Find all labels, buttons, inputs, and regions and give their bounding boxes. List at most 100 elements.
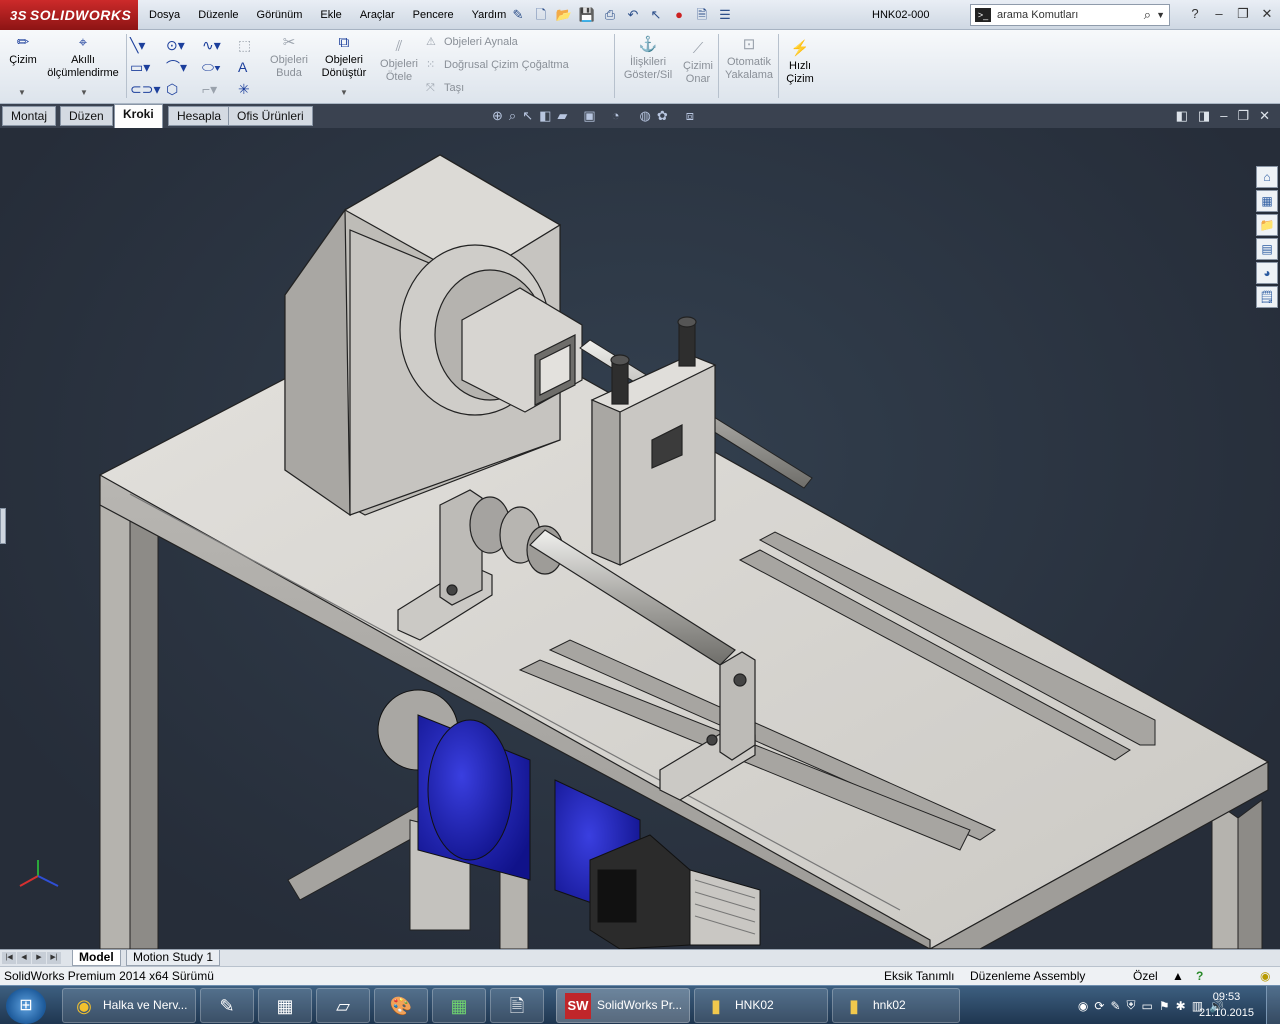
ellipse-icon[interactable]: ⬭▾ — [202, 56, 238, 78]
line-icon[interactable]: ╲▾ — [130, 34, 166, 56]
next-tab-icon[interactable]: ▶ — [32, 952, 46, 964]
tile-left-icon[interactable]: ◧ — [1176, 108, 1188, 124]
menu-duzenle[interactable]: Düzenle — [189, 0, 247, 30]
sync-icon[interactable]: ⟳ — [1094, 999, 1104, 1013]
minimize-icon[interactable]: – — [1220, 108, 1227, 124]
taskbar-item-chrome[interactable]: ◉ Halka ve Nerv... — [62, 988, 196, 1023]
chrome-tray-icon[interactable]: ◉ — [1078, 999, 1088, 1013]
start-button[interactable]: ⊞ — [6, 988, 46, 1024]
help-icon[interactable]: ? — [1186, 4, 1204, 24]
close-icon[interactable]: ✕ — [1259, 108, 1270, 124]
hide-show-items-icon[interactable]: ◍ — [640, 108, 651, 124]
mirror-entities-button[interactable]: ⚠ Objeleri Aynala — [426, 31, 518, 53]
view-orientation-icon[interactable]: ▣ — [583, 108, 595, 124]
file-properties-icon[interactable]: 🗎 — [692, 5, 712, 25]
smart-dimension-button[interactable]: ⌖ Akıllı ölçümlendirme — [44, 34, 122, 80]
slot-icon[interactable]: ⊂⊃▾ — [130, 78, 166, 100]
trim-entities-button[interactable]: ✂ Objeleri Buda — [264, 34, 314, 80]
chevron-down-icon[interactable]: ▼ — [1156, 5, 1165, 25]
pin-icon[interactable]: ✎ — [508, 5, 528, 25]
tab-motion-study[interactable]: Motion Study 1 — [126, 950, 221, 966]
spline-icon[interactable]: ∿▾ — [202, 34, 238, 56]
chevron-down-icon[interactable]: ▼ — [340, 88, 348, 97]
tab-ofis-urunleri[interactable]: Ofis Ürünleri — [228, 106, 313, 126]
taskbar-item-excel[interactable]: ▦ — [432, 988, 486, 1023]
restore-icon[interactable]: ❐ — [1234, 4, 1252, 24]
select-cursor-icon[interactable]: ↖ — [646, 5, 666, 25]
file-explorer-icon[interactable]: 📁 — [1256, 214, 1278, 236]
taskbar-item-sketch[interactable]: ✎ — [200, 988, 254, 1023]
taskbar-item-folder-hnk02-lower[interactable]: ▮ hnk02 — [832, 988, 960, 1023]
taskbar-item-docs[interactable]: 🗎 — [490, 988, 544, 1023]
search-icon[interactable]: ⌕ — [1144, 5, 1151, 25]
traffic-light-icon[interactable]: ● — [669, 5, 689, 25]
display-icon[interactable]: ▭ — [1142, 999, 1153, 1013]
feature-tree-collapse-handle[interactable] — [0, 508, 6, 544]
restore-icon[interactable]: ❐ — [1237, 108, 1249, 124]
display-delete-relations-button[interactable]: ⚓ İlişkileri Göster/Sil — [620, 36, 676, 82]
assembly-model[interactable] — [0, 128, 1280, 949]
units-selector[interactable]: Özel — [1133, 967, 1158, 985]
polygon-icon[interactable]: ⬡ — [166, 78, 202, 100]
security-icon[interactable]: ⛨ — [1127, 998, 1136, 1013]
view-palette-icon[interactable]: ▤ — [1256, 238, 1278, 260]
quick-snaps-button[interactable]: ⊡ Otomatik Yakalama — [722, 36, 776, 82]
command-search-input[interactable]: >_ arama Komutları ⌕ ▼ — [970, 4, 1170, 26]
menu-ekle[interactable]: Ekle — [311, 0, 350, 30]
minimize-icon[interactable]: – — [1210, 4, 1228, 24]
bluetooth-icon[interactable]: ✱ — [1176, 999, 1186, 1013]
prev-tab-icon[interactable]: ◀ — [17, 952, 31, 964]
taskbar-item-folder-hnk02[interactable]: ▮ HNK02 — [694, 988, 828, 1023]
graphics-viewport[interactable]: ⌂ ▦ 📁 ▤ ◕ 🗒 — [0, 128, 1280, 949]
show-desktop-button[interactable] — [1266, 986, 1280, 1024]
chevron-down-icon[interactable]: ▼ — [18, 88, 26, 97]
zoom-area-icon[interactable]: ⌕ — [509, 108, 516, 124]
tab-model[interactable]: Model — [72, 950, 121, 966]
notification-icon[interactable]: ◉ — [1260, 967, 1270, 985]
solidworks-logo[interactable]: 3S SOLIDWORKS — [0, 0, 138, 30]
save-icon[interactable]: 💾 — [577, 5, 597, 25]
repair-sketch-button[interactable]: ⟋ Çizimi Onar — [678, 40, 718, 86]
taskbar-item-notes[interactable]: ▱ — [316, 988, 370, 1023]
dynamic-annotation-icon[interactable]: ▰ — [557, 108, 567, 124]
tab-montaj[interactable]: Montaj — [2, 106, 57, 126]
menu-dosya[interactable]: Dosya — [140, 0, 189, 30]
convert-entities-button[interactable]: ⧉ Objeleri Dönüştür — [316, 34, 372, 80]
tab-duzen[interactable]: Düzen — [60, 106, 113, 126]
edit-appearance-icon[interactable]: ✿ — [657, 108, 668, 124]
appearances-icon[interactable]: ◕ — [1256, 262, 1278, 284]
taskbar-item-calculator[interactable]: ▦ — [258, 988, 312, 1023]
fillet-icon[interactable]: ⌐▾ — [202, 78, 238, 100]
taskbar-item-solidworks[interactable]: SW SolidWorks Pr... — [556, 988, 690, 1023]
tab-hesapla[interactable]: Hesapla — [168, 106, 231, 126]
rectangle-icon[interactable]: ▭▾ — [130, 56, 166, 78]
clock[interactable]: 09:53 21.10.2015 — [1199, 989, 1254, 1021]
new-document-icon[interactable]: 🗋 — [531, 5, 551, 25]
section-view-icon[interactable]: ◧ — [539, 108, 551, 124]
first-tab-icon[interactable]: |◀ — [2, 952, 16, 964]
menu-araclar[interactable]: Araçlar — [351, 0, 404, 30]
move-entities-button[interactable]: ⤧ Taşı — [426, 77, 464, 99]
open-folder-icon[interactable]: 📂 — [554, 5, 574, 25]
zoom-to-fit-icon[interactable]: ⊕ — [492, 108, 503, 124]
offset-entities-button[interactable]: ⫽ Objeleri Ötele — [376, 38, 422, 84]
display-style-icon[interactable]: ◔ — [612, 108, 620, 124]
close-icon[interactable]: ✕ — [1258, 4, 1276, 24]
flag-icon[interactable]: ⚑ — [1159, 999, 1170, 1013]
custom-properties-icon[interactable]: 🗒 — [1256, 286, 1278, 308]
circle-icon[interactable]: ⊙▾ — [166, 34, 202, 56]
menu-pencere[interactable]: Pencere — [404, 0, 463, 30]
rapid-sketch-button[interactable]: ⚡ Hızlı Çizim — [782, 40, 818, 86]
undo-icon[interactable]: ↶ — [623, 5, 643, 25]
home-icon[interactable]: ⌂ — [1256, 166, 1278, 188]
previous-view-icon[interactable]: ↖ — [522, 108, 533, 124]
chevron-down-icon[interactable]: ▼ — [80, 88, 88, 97]
menu-gorunum[interactable]: Görünüm — [248, 0, 312, 30]
linear-pattern-button[interactable]: ⁙ Doğrusal Çizim Çoğaltma — [426, 54, 569, 76]
arc-icon[interactable]: ⌒▾ — [166, 56, 202, 78]
help-status-icon[interactable]: ? — [1196, 967, 1203, 985]
tab-kroki[interactable]: Kroki — [114, 104, 163, 128]
design-library-icon[interactable]: ▦ — [1256, 190, 1278, 212]
last-tab-icon[interactable]: ▶| — [47, 952, 61, 964]
sketch-button[interactable]: ✏ Çizim — [6, 34, 40, 67]
